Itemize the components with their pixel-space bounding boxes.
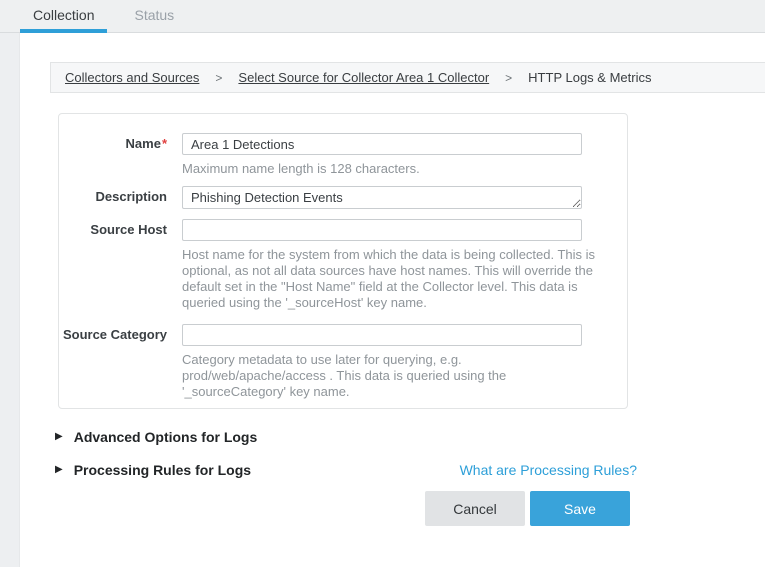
advanced-options-section-toggle[interactable]: ▶ Advanced Options for Logs [55,429,765,445]
tab-bar: Collection Status [0,0,765,33]
name-field-row: Name* Maximum name length is 128 charact… [59,133,627,177]
breadcrumb-separator: > [505,71,512,85]
source-host-field-row: Source Host Host name for the system fro… [59,219,627,311]
tab-status[interactable]: Status [121,0,187,32]
main-content: Collectors and Sources > Select Source f… [20,33,765,567]
source-host-help-text: Host name for the system from which the … [182,247,602,311]
advanced-options-title: Advanced Options for Logs [74,429,258,445]
source-form-panel: Name* Maximum name length is 128 charact… [58,113,628,409]
source-host-control: Host name for the system from which the … [182,219,612,311]
expand-arrow-icon: ▶ [55,429,63,445]
source-category-help-text: Category metadata to use later for query… [182,352,602,400]
tab-collection[interactable]: Collection [20,0,107,32]
breadcrumb: Collectors and Sources > Select Source f… [50,62,765,93]
processing-rules-section-row: ▶ Processing Rules for Logs What are Pro… [55,462,637,478]
expand-arrow-icon: ▶ [55,462,63,478]
page-body: Collectors and Sources > Select Source f… [0,33,765,567]
processing-rules-section-toggle[interactable]: ▶ Processing Rules for Logs [55,462,251,478]
what-are-processing-rules-link[interactable]: What are Processing Rules? [460,462,637,478]
name-label-text: Name [126,136,161,151]
breadcrumb-current-page: HTTP Logs & Metrics [528,70,651,85]
name-label: Name* [59,133,182,177]
description-control: Phishing Detection Events [182,186,612,209]
breadcrumb-separator: > [215,71,222,85]
form-actions: Cancel Save [20,491,630,526]
source-category-field-row: Source Category Category metadata to use… [59,324,627,400]
tab-status-label: Status [134,7,174,23]
description-textarea[interactable]: Phishing Detection Events [182,186,582,209]
required-asterisk: * [162,136,167,151]
save-button[interactable]: Save [530,491,630,526]
left-gutter [0,33,20,567]
tab-collection-label: Collection [33,7,94,23]
processing-rules-title: Processing Rules for Logs [74,462,251,478]
name-help-text: Maximum name length is 128 characters. [182,161,602,177]
name-input[interactable] [182,133,582,155]
source-category-control: Category metadata to use later for query… [182,324,612,400]
description-label: Description [59,186,182,209]
breadcrumb-select-source-link[interactable]: Select Source for Collector Area 1 Colle… [238,70,489,85]
source-host-input[interactable] [182,219,582,241]
description-field-row: Description Phishing Detection Events [59,186,627,209]
source-category-input[interactable] [182,324,582,346]
name-control: Maximum name length is 128 characters. [182,133,612,177]
cancel-button[interactable]: Cancel [425,491,525,526]
source-category-label: Source Category [59,324,182,400]
source-host-label: Source Host [59,219,182,311]
breadcrumb-collectors-and-sources-link[interactable]: Collectors and Sources [65,70,199,85]
